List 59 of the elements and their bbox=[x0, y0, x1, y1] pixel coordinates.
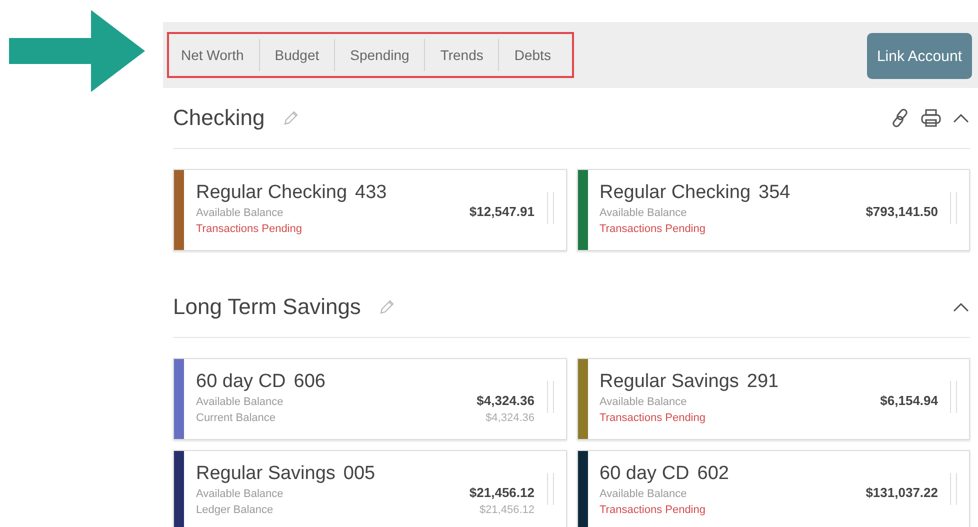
balance-amount: $21,456.12 bbox=[469, 485, 534, 501]
account-card[interactable]: Regular Checking 354 Available Balance $793,141.50 Transactions Pending bbox=[576, 169, 970, 251]
account-number: 291 bbox=[746, 371, 779, 393]
account-card[interactable]: Regular Savings 291 Available Balance $6,154.94 Transactions Pending bbox=[576, 358, 970, 440]
account-card[interactable]: Regular Savings 005 Available Balance $21,456.12 Ledger Balance $21,456.12 bbox=[173, 450, 566, 527]
balance-amount: $12,547.91 bbox=[469, 204, 534, 220]
account-card[interactable]: 60 day CD 606 Available Balance $4,324.36 Current Balance $4,324.36 bbox=[173, 358, 566, 440]
account-name: Regular Savings bbox=[196, 463, 336, 485]
pending-notice: Transactions Pending bbox=[196, 222, 302, 237]
drag-handle-icon[interactable] bbox=[546, 192, 554, 224]
nav-tab[interactable]: Budget bbox=[260, 40, 334, 70]
account-number: 433 bbox=[355, 182, 387, 204]
account-card[interactable]: Regular Checking 433 Available Balance $12,547.91 Transactions Pending bbox=[173, 169, 566, 251]
account-number: 602 bbox=[697, 463, 729, 485]
account-number: 606 bbox=[294, 371, 326, 393]
balance-label: Current Balance bbox=[196, 411, 276, 426]
account-name: Regular Checking bbox=[196, 182, 348, 204]
pencil-icon[interactable] bbox=[282, 110, 299, 126]
drag-handle-icon[interactable] bbox=[546, 381, 554, 413]
collapse-icon[interactable] bbox=[952, 301, 970, 313]
section-title: Long Term Savings bbox=[173, 294, 361, 320]
balance-amount: $6,154.94 bbox=[880, 393, 938, 409]
nav-tab[interactable]: Debts bbox=[499, 40, 566, 70]
link-icon[interactable] bbox=[890, 108, 910, 128]
nav-tab[interactable]: Spending bbox=[335, 40, 424, 70]
pending-notice: Transactions Pending bbox=[600, 222, 706, 237]
collapse-icon[interactable] bbox=[952, 112, 970, 124]
balance-amount: $21,456.12 bbox=[479, 503, 534, 518]
balance-label: Available Balance bbox=[196, 487, 284, 502]
print-icon[interactable] bbox=[920, 108, 942, 128]
account-number: 005 bbox=[343, 463, 376, 485]
account-name: 60 day CD bbox=[196, 371, 286, 393]
section-title: Checking bbox=[173, 105, 265, 131]
drag-handle-icon[interactable] bbox=[950, 473, 957, 505]
drag-handle-icon[interactable] bbox=[950, 381, 957, 413]
balance-label: Available Balance bbox=[196, 206, 284, 221]
pencil-icon[interactable] bbox=[378, 299, 395, 315]
nav-tab[interactable]: Net Worth bbox=[175, 40, 259, 70]
account-name: Regular Checking bbox=[600, 182, 751, 204]
balance-amount: $4,324.36 bbox=[476, 393, 534, 409]
balance-label: Available Balance bbox=[600, 395, 687, 410]
account-card[interactable]: 60 day CD 602 Available Balance $131,037.22 Transactions Pending bbox=[576, 450, 970, 527]
balance-label: Available Balance bbox=[196, 395, 284, 410]
account-number: 354 bbox=[758, 182, 790, 204]
drag-handle-icon[interactable] bbox=[546, 473, 554, 505]
balance-label: Ledger Balance bbox=[196, 503, 274, 518]
pending-notice: Transactions Pending bbox=[600, 411, 706, 426]
balance-amount: $4,324.36 bbox=[486, 411, 534, 426]
account-name: 60 day CD bbox=[600, 463, 690, 485]
balance-amount: $131,037.22 bbox=[866, 485, 938, 501]
account-name: Regular Savings bbox=[600, 371, 739, 393]
drag-handle-icon[interactable] bbox=[950, 192, 957, 224]
balance-label: Available Balance bbox=[600, 487, 687, 502]
balance-amount: $793,141.50 bbox=[866, 204, 938, 220]
link-account-button[interactable]: Link Account bbox=[866, 33, 972, 79]
nav-tab[interactable]: Trends bbox=[425, 40, 498, 70]
balance-label: Available Balance bbox=[600, 206, 687, 221]
arrow-icon bbox=[9, 10, 145, 92]
pending-notice: Transactions Pending bbox=[600, 503, 706, 518]
